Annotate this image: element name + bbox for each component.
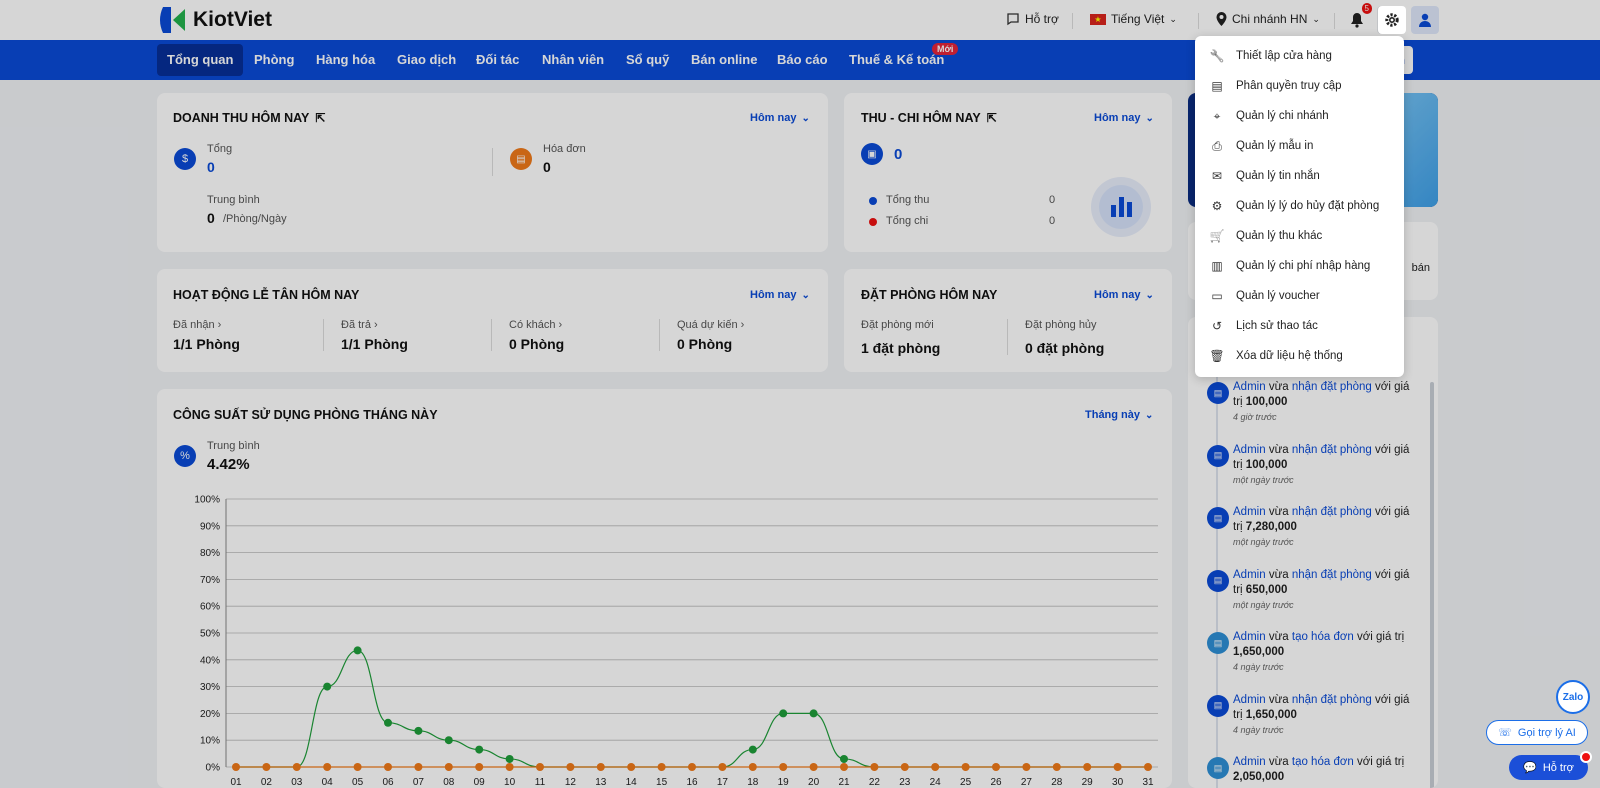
settings-menu-item-label: Quản lý chi nhánh <box>1236 110 1329 122</box>
history-icon: ↺ <box>1211 319 1223 333</box>
settings-menu-item[interactable]: ▤ Phân quyền truy cập <box>1195 71 1404 101</box>
settings-menu-item[interactable]: ⚙ Quản lý lý do hủy đặt phòng <box>1195 191 1404 221</box>
settings-button-active[interactable] <box>1378 6 1406 34</box>
box-icon: ▥ <box>1211 259 1223 273</box>
wrench-icon: 🔧 <box>1209 49 1225 63</box>
settings-menu-item-label: Quản lý voucher <box>1236 290 1320 302</box>
mail-icon: ✉ <box>1211 169 1223 183</box>
settings-menu-item[interactable]: ▭ Quản lý voucher <box>1195 281 1404 311</box>
voucher-icon: ▭ <box>1211 289 1223 303</box>
printer-icon: ⎙ <box>1212 138 1222 153</box>
settings-menu-item[interactable]: ⎙ Quản lý mẫu in <box>1195 131 1404 161</box>
settings-menu-item-label: Quản lý chi phí nhập hàng <box>1236 260 1371 272</box>
settings-menu-item[interactable]: ⌖ Quản lý chi nhánh <box>1195 101 1404 131</box>
settings-menu-item-label: Lịch sử thao tác <box>1236 320 1318 332</box>
settings-menu-item[interactable]: ↺ Lịch sử thao tác <box>1195 311 1404 341</box>
settings-menu-item[interactable]: 🛒 Quản lý thu khác <box>1195 221 1404 251</box>
settings-menu-item[interactable]: ▥ Quản lý chi phí nhập hàng <box>1195 251 1404 281</box>
settings-menu-item-label: Quản lý mẫu in <box>1236 140 1314 152</box>
location-icon: ⌖ <box>1213 108 1221 123</box>
settings-menu-item[interactable]: 🗑 Xóa dữ liệu hệ thống <box>1195 341 1404 371</box>
gear-icon <box>1385 13 1399 27</box>
settings-menu-item-label: Phân quyền truy cập <box>1236 80 1342 92</box>
lock-doc-icon: ▤ <box>1211 79 1223 93</box>
settings-menu-item-label: Quản lý thu khác <box>1236 230 1323 242</box>
phone-plus-icon: ☏ <box>1498 727 1512 739</box>
settings-menu-item-label: Quản lý lý do hủy đặt phòng <box>1236 200 1380 212</box>
help-notification-dot <box>1580 751 1592 763</box>
settings-menu-item-label: Quản lý tin nhắn <box>1236 170 1320 182</box>
cart-icon: 🛒 <box>1209 229 1225 243</box>
settings-menu-item[interactable]: ✉ Quản lý tin nhắn <box>1195 161 1404 191</box>
zalo-button[interactable]: Zalo <box>1556 680 1590 714</box>
help-chat-button[interactable]: 💬 Hỗ trợ <box>1509 751 1592 780</box>
user-gear-icon: ⚙ <box>1211 199 1223 213</box>
settings-menu-item-label: Thiết lập cửa hàng <box>1236 50 1332 62</box>
ai-assistant-button[interactable]: ☏ Gọi trợ lý AI <box>1486 720 1588 745</box>
trash-icon: 🗑 <box>1209 349 1225 363</box>
settings-menu: 🔧 Thiết lập cửa hàng ▤ Phân quyền truy cập ⌖… <box>1195 36 1404 377</box>
settings-menu-item-label: Xóa dữ liệu hệ thống <box>1236 350 1343 362</box>
chat-bubble-icon: 💬 <box>1523 762 1537 774</box>
settings-menu-item[interactable]: 🔧 Thiết lập cửa hàng <box>1195 41 1404 71</box>
